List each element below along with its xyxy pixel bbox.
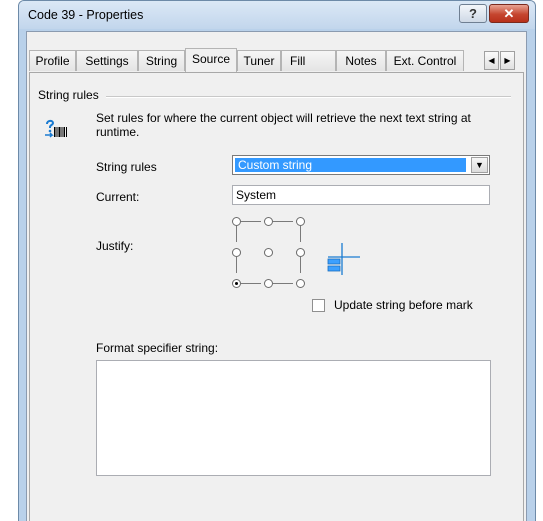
tab-scroll-right-icon[interactable]: ▶	[500, 51, 515, 70]
rules-description: Set rules for where the current object w…	[96, 111, 471, 139]
tab-ext-control[interactable]: Ext. Control	[386, 50, 464, 71]
grid-line	[300, 257, 301, 273]
barcode-string-icon	[45, 119, 67, 138]
tab-profile[interactable]: Profile	[29, 50, 76, 71]
string-rules-value: Custom string	[235, 158, 466, 172]
justify-top-center-radio[interactable]	[264, 217, 273, 226]
grid-line	[236, 226, 237, 242]
grid-line	[300, 226, 301, 242]
chevron-down-icon[interactable]: ▼	[471, 157, 488, 173]
group-divider	[106, 96, 511, 98]
justify-middle-right-radio[interactable]	[296, 248, 305, 257]
format-specifier-label: Format specifier string:	[96, 341, 219, 355]
title-bar[interactable]: Code 39 - Properties ? ✕	[19, 1, 535, 29]
current-label: Current:	[96, 190, 140, 204]
string-rules-select[interactable]: Custom string ▼	[232, 155, 490, 175]
window-title: Code 39 - Properties	[28, 8, 144, 22]
close-button[interactable]: ✕	[489, 4, 529, 23]
current-input[interactable]: System	[232, 185, 490, 205]
update-string-label[interactable]: Update string before mark	[334, 298, 473, 312]
justify-top-left-radio[interactable]	[232, 217, 241, 226]
justify-bottom-left-radio[interactable]	[232, 279, 241, 288]
tab-tuner[interactable]: Tuner	[237, 50, 281, 71]
justify-bottom-center-radio[interactable]	[264, 279, 273, 288]
justify-preview-icon	[327, 243, 360, 275]
tab-string[interactable]: String	[138, 50, 185, 71]
update-string-checkbox[interactable]	[312, 299, 325, 312]
grid-line	[241, 221, 261, 222]
justify-middle-center-radio[interactable]	[264, 248, 273, 257]
dialog-client: Profile Settings String Source Tuner Fil…	[26, 31, 527, 521]
tab-scroll-left-icon[interactable]: ◀	[484, 51, 499, 70]
grid-line	[236, 257, 237, 273]
tab-notes[interactable]: Notes	[336, 50, 386, 71]
help-button[interactable]: ?	[459, 4, 487, 23]
string-rules-label: String rules	[96, 160, 157, 174]
group-title: String rules	[38, 88, 103, 102]
justify-label: Justify:	[96, 239, 134, 253]
grid-line	[273, 283, 293, 284]
grid-line	[241, 283, 261, 284]
tab-settings[interactable]: Settings	[76, 50, 138, 71]
properties-dialog: Code 39 - Properties ? ✕ Profile Setting…	[18, 0, 536, 521]
justify-middle-left-radio[interactable]	[232, 248, 241, 257]
tab-source[interactable]: Source	[185, 48, 237, 72]
justify-grid	[228, 213, 312, 288]
source-tab-panel: String rules Set rules for where the cur…	[29, 72, 524, 521]
tab-fill[interactable]: Fill	[281, 50, 336, 71]
justify-bottom-right-radio[interactable]	[296, 279, 305, 288]
format-specifier-textarea[interactable]	[96, 360, 491, 476]
justify-top-right-radio[interactable]	[296, 217, 305, 226]
tab-strip: Profile Settings String Source Tuner Fil…	[29, 48, 529, 72]
grid-line	[273, 221, 293, 222]
